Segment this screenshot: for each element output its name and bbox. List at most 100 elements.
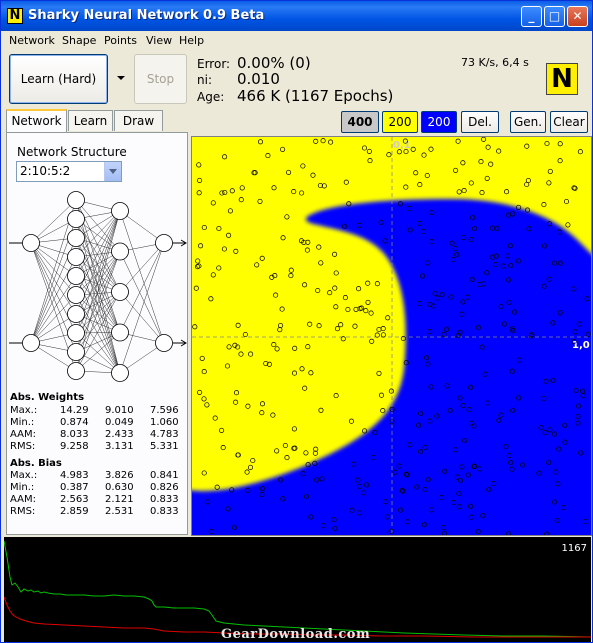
abs-bias-value: 0.833 [150, 494, 179, 505]
abs-weights-value: 14.29 [60, 405, 89, 416]
network-structure-value: 2:10:5:2 [20, 164, 71, 178]
learn-button[interactable]: Learn (Hard) [9, 54, 108, 104]
abs-bias-row-label: Min.: [10, 482, 35, 493]
menu-points[interactable]: Points [104, 34, 137, 47]
neuron [67, 229, 85, 247]
menu-help[interactable]: Help [179, 34, 204, 47]
abs-bias-value: 0.387 [60, 482, 89, 493]
abs-weights-value: 0.049 [105, 417, 134, 428]
abs-bias-row-label: RMS: [10, 506, 36, 517]
abs-bias-value: 4.983 [60, 470, 89, 481]
tab-network[interactable]: Network [6, 109, 67, 132]
neuron [67, 305, 85, 323]
neuron [67, 248, 85, 266]
neuron [111, 364, 129, 382]
yellow-points-button[interactable]: 200 [382, 111, 418, 133]
chevron-down-icon[interactable] [104, 162, 121, 181]
abs-bias-value: 2.121 [105, 494, 134, 505]
abs-bias-value: 0.630 [105, 482, 134, 493]
logo: N [546, 63, 578, 95]
neuron [22, 334, 40, 352]
axis-x-label: 1,0 [572, 340, 590, 351]
abs-weights-value: 1.060 [150, 417, 179, 428]
menu-shape[interactable]: Shape [62, 34, 96, 47]
abs-weights-row-label: Max.: [10, 405, 38, 416]
watermark: GearDownload.com [221, 627, 371, 642]
abs-weights-value: 5.331 [150, 441, 179, 452]
age-value: 466 K (1167 Epochs) [237, 87, 394, 105]
abs-bias-value: 2.859 [60, 506, 89, 517]
training-error-line [3, 540, 592, 638]
abs-weights-row-label: Min.: [10, 417, 35, 428]
abs-weights-row-label: RMS: [10, 441, 36, 452]
network-connection [75, 313, 121, 374]
abs-weights-row: Max.: 14.29 9.010 7.596 [10, 405, 185, 417]
close-button[interactable]: ✕ [567, 6, 588, 27]
title-bar[interactable]: N Sharky Neural Network 0.9 Beta _ □ ✕ [1, 1, 592, 31]
tab-learn[interactable]: Learn [68, 110, 113, 131]
abs-bias-row-label: Max.: [10, 470, 38, 481]
neuron [155, 334, 173, 352]
abs-weights-value: 9.258 [60, 441, 89, 452]
abs-bias-row: RMS: 2.859 2.531 0.833 [10, 506, 185, 518]
neuron [67, 343, 85, 361]
neuron [67, 210, 85, 228]
points-total-button[interactable]: 400 [341, 111, 379, 133]
delete-button[interactable]: Del. [461, 111, 499, 133]
abs-weights-value: 2.433 [105, 429, 134, 440]
clear-button[interactable]: Clear [550, 111, 588, 133]
abs-bias-value: 0.826 [150, 482, 179, 493]
abs-weights-value: 0.874 [60, 417, 89, 428]
abs-bias-value: 0.833 [150, 506, 179, 517]
network-structure-label: Network Structure [17, 145, 127, 159]
abs-bias-value: 3.826 [105, 470, 134, 481]
maximize-button[interactable]: □ [544, 6, 565, 27]
abs-weights-row: RMS: 9.258 3.131 5.331 [10, 441, 185, 453]
abs-bias-row: Max.: 4.983 3.826 0.841 [10, 470, 185, 482]
plot-canvas[interactable]: 0,1 1,0 [192, 137, 592, 536]
tab-draw[interactable]: Draw [114, 110, 163, 131]
stop-button[interactable]: Stop [134, 54, 187, 104]
network-connection [30, 242, 77, 296]
abs-bias-value: 0.841 [150, 470, 179, 481]
neuron [22, 234, 40, 252]
neuron [67, 267, 85, 285]
network-connection [75, 291, 121, 353]
app-icon: N [7, 8, 23, 24]
neuron [111, 283, 129, 301]
learn-mode-dropdown-icon[interactable] [117, 76, 125, 80]
neuron [111, 323, 129, 342]
blue-points-button[interactable]: 200 [421, 111, 457, 133]
classification-plot[interactable]: 0,1 1,0 [191, 136, 592, 536]
abs-weights-value: 7.596 [150, 405, 179, 416]
menu-network[interactable]: Network [9, 34, 55, 47]
abs-weights-value: 8.033 [60, 429, 89, 440]
network-connection [119, 242, 165, 374]
neuron [155, 234, 173, 252]
abs-weights-row-label: AAM: [10, 429, 36, 440]
abs-bias-title: Abs. Bias [10, 458, 62, 469]
network-diagram [9, 191, 187, 382]
abs-weights-value: 4.783 [150, 429, 179, 440]
abs-bias-value: 2.563 [60, 494, 89, 505]
age-label: Age: [197, 90, 225, 104]
app-window: N Sharky Neural Network 0.9 Beta _ □ ✕ N… [0, 0, 593, 643]
menu-view[interactable]: View [146, 34, 172, 47]
abs-weights-value: 9.010 [105, 405, 134, 416]
minimize-button[interactable]: _ [521, 6, 542, 27]
menu-bar: Network Shape Points View Help [1, 31, 592, 50]
neuron [67, 286, 85, 304]
abs-bias-row-label: AAM: [10, 494, 36, 505]
axis-y-label: 0,1 [393, 140, 411, 151]
epochs-label: 1167 [561, 543, 587, 554]
abs-bias-row: Min.: 0.387 0.630 0.826 [10, 482, 185, 494]
error-label: Error: [197, 57, 231, 71]
neuron [67, 324, 85, 342]
neuron [67, 191, 85, 209]
generate-button[interactable]: Gen. [510, 111, 546, 133]
window-title: Sharky Neural Network 0.9 Beta [28, 8, 265, 23]
network-connection [119, 210, 165, 344]
abs-bias-row: AAM: 2.563 2.121 0.833 [10, 494, 185, 506]
network-structure-select[interactable]: 2:10:5:2 [16, 161, 122, 182]
speed-readout: 73 K/s, 6,4 s [461, 56, 529, 69]
